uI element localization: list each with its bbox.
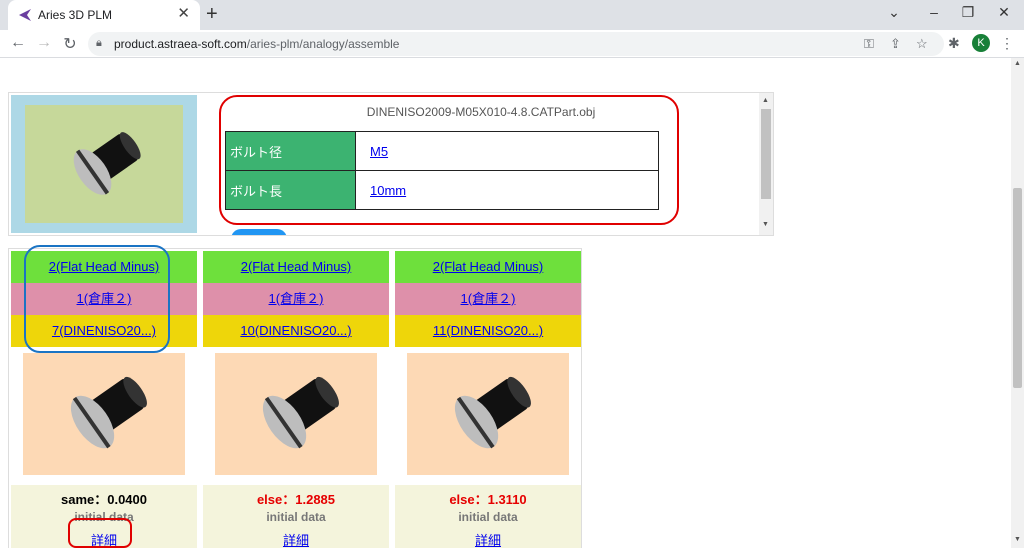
card-footer: else：1.2885 initial data 詳細 <box>203 485 389 548</box>
highlight-frame-red <box>68 518 132 548</box>
screw-image <box>262 376 339 449</box>
page-content: DINENISO2009-M05X010-4.8.CATPart.obj ボルト… <box>0 58 1011 548</box>
screw-image <box>454 376 531 449</box>
part-image[interactable] <box>407 353 569 475</box>
part-image[interactable] <box>23 353 185 475</box>
part-thumbnail[interactable] <box>11 95 197 233</box>
browser-tab-bar: Aries 3D PLM ✕ + ⌄ – ❐ ✕ <box>0 0 1024 30</box>
key-icon[interactable]: ⚿ <box>864 36 874 52</box>
screw-image <box>73 132 141 195</box>
share-icon[interactable]: ⇪ <box>890 36 901 52</box>
detail-link[interactable]: 詳細 <box>283 530 309 548</box>
data-origin: initial data <box>458 510 518 524</box>
tab-title: Aries 3D PLM <box>38 8 113 22</box>
reload-icon[interactable]: ↻ <box>60 34 80 54</box>
shape-link[interactable]: 2(Flat Head Minus) <box>433 259 544 274</box>
panel-scrollbar[interactable]: ▲ ▼ <box>759 93 773 235</box>
back-icon[interactable]: ← <box>8 34 28 52</box>
part-image[interactable] <box>215 353 377 475</box>
address-bar[interactable]: 🔒︎ product.astraea-soft.com/aries-plm/an… <box>88 32 944 56</box>
result-card: 2(Flat Head Minus) 1(倉庫２) 11(DINENISO20.… <box>395 251 581 548</box>
bookmark-star-icon[interactable]: ☆ <box>916 36 928 52</box>
part-link[interactable]: 10(DINENISO20...) <box>240 323 351 338</box>
highlight-frame-red <box>219 95 679 225</box>
similarity-score: same：0.0400 <box>60 492 147 507</box>
extensions-icon[interactable]: ✱ <box>948 35 960 52</box>
new-tab-icon[interactable]: + <box>206 3 218 26</box>
menu-icon[interactable]: ⋮ <box>1000 35 1014 52</box>
action-button[interactable] <box>231 229 287 235</box>
data-origin: initial data <box>266 510 326 524</box>
profile-avatar[interactable]: K <box>972 34 990 52</box>
part-link[interactable]: 11(DINENISO20...) <box>433 323 543 338</box>
warehouse-link[interactable]: 1(倉庫２) <box>269 291 324 306</box>
browser-tab[interactable]: Aries 3D PLM ✕ <box>8 0 200 30</box>
minimize-icon[interactable]: – <box>924 4 944 20</box>
warehouse-link[interactable]: 1(倉庫２) <box>461 291 516 306</box>
url-text: product.astraea-soft.com/aries-plm/analo… <box>114 37 400 51</box>
screw-image <box>70 376 147 449</box>
scroll-down-icon[interactable]: ▼ <box>762 221 769 228</box>
part-detail-panel: DINENISO2009-M05X010-4.8.CATPart.obj ボルト… <box>8 92 774 236</box>
page-scroll-thumb[interactable] <box>1013 188 1022 388</box>
shape-link[interactable]: 2(Flat Head Minus) <box>241 259 352 274</box>
detail-link[interactable]: 詳細 <box>475 530 501 548</box>
scroll-up-icon[interactable]: ▲ <box>762 97 769 104</box>
highlight-frame-blue <box>24 245 170 353</box>
scroll-down-icon[interactable]: ▼ <box>1014 536 1021 543</box>
part-info: DINENISO2009-M05X010-4.8.CATPart.obj ボルト… <box>205 93 757 235</box>
forward-icon[interactable]: → <box>34 34 54 52</box>
page-scrollbar[interactable]: ▲ ▼ <box>1011 58 1024 548</box>
result-card: 2(Flat Head Minus) 1(倉庫２) 10(DINENISO20.… <box>203 251 389 548</box>
scroll-up-icon[interactable]: ▲ <box>1014 60 1021 67</box>
similarity-score: else：1.3110 <box>449 492 527 507</box>
aries-logo-icon <box>19 9 31 21</box>
similarity-score: else：1.2885 <box>256 492 336 507</box>
chevron-down-icon[interactable]: ⌄ <box>884 4 904 21</box>
close-tab-icon[interactable]: ✕ <box>177 6 190 22</box>
browser-toolbar: ← → ↻ 🔒︎ product.astraea-soft.com/aries-… <box>0 30 1024 58</box>
panel-scroll-thumb[interactable] <box>761 109 771 199</box>
restore-icon[interactable]: ❐ <box>958 4 978 21</box>
window-close-icon[interactable]: ✕ <box>994 4 1014 21</box>
card-footer: else：1.3110 initial data 詳細 <box>395 485 581 548</box>
lock-icon: 🔒︎ <box>96 37 102 49</box>
